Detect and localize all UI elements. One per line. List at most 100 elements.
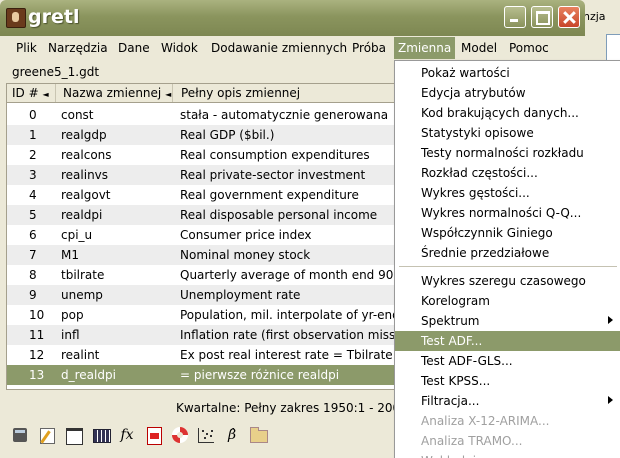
submenu-arrow-icon bbox=[608, 396, 613, 404]
menu-item[interactable]: Test ADF-GLS... bbox=[395, 351, 620, 371]
menu-narzedzia[interactable]: Narzędzia bbox=[48, 41, 108, 55]
cell-id: 0 bbox=[29, 108, 37, 122]
menu-dodawanie-zmiennych[interactable]: Dodawanie zmiennych bbox=[211, 41, 347, 55]
cell-name: d_realdpi bbox=[61, 368, 116, 382]
cell-description: = pierwsze różnice realdpi bbox=[180, 368, 340, 382]
menu-item[interactable]: Test ADF... bbox=[395, 331, 620, 351]
beta-icon[interactable]: β̂ bbox=[222, 425, 242, 445]
maximize-button[interactable] bbox=[531, 6, 553, 28]
edit-icon[interactable] bbox=[37, 425, 57, 445]
menu-item[interactable]: Statystyki opisowe bbox=[395, 123, 620, 143]
menu-proba[interactable]: Próba bbox=[352, 41, 386, 55]
cell-name: pop bbox=[61, 308, 84, 322]
minimize-button[interactable] bbox=[504, 6, 526, 28]
cell-description: Real government expenditure bbox=[180, 188, 359, 202]
title-bar[interactable]: gretl bbox=[0, 0, 585, 36]
menu-item[interactable]: Wykres normalności Q-Q... bbox=[395, 203, 620, 223]
cell-name: realgovt bbox=[61, 188, 111, 202]
menu-item-label: Korelogram bbox=[421, 294, 490, 308]
calculator-icon[interactable] bbox=[10, 425, 30, 445]
menu-item[interactable]: Współczynnik Giniego bbox=[395, 223, 620, 243]
menu-item[interactable]: Rozkład częstości... bbox=[395, 163, 620, 183]
menu-plik[interactable]: Plik bbox=[16, 41, 37, 55]
cell-name: tbilrate bbox=[61, 268, 105, 282]
menu-item[interactable]: Korelogram bbox=[395, 291, 620, 311]
function-icon[interactable]: fx bbox=[117, 425, 137, 445]
menu-item-label: Filtracja... bbox=[421, 394, 480, 408]
cell-id: 6 bbox=[29, 228, 37, 242]
cell-id: 12 bbox=[29, 348, 45, 362]
cell-name: infl bbox=[61, 328, 80, 342]
cell-id: 7 bbox=[29, 248, 37, 262]
folder-icon[interactable] bbox=[248, 425, 268, 445]
menu-item-label: Test ADF-GLS... bbox=[421, 354, 513, 368]
menu-item[interactable]: Edycja atrybutów bbox=[395, 83, 620, 103]
menu-bar: Plik Narzędzia Dane Widok Dodawanie zmie… bbox=[4, 37, 585, 61]
menu-item: Analiza X-12-ARIMA... bbox=[395, 411, 620, 431]
menu-item-label: Test KPSS... bbox=[421, 374, 491, 388]
cell-name: M1 bbox=[61, 248, 79, 262]
cell-name: cpi_u bbox=[61, 228, 93, 242]
cell-description: Real consumption expenditures bbox=[180, 148, 370, 162]
menu-item-label: Wykres szeregu czasowego bbox=[421, 274, 586, 288]
background-input-box bbox=[606, 34, 620, 62]
cell-description: Inflation rate (first observation missin bbox=[180, 328, 407, 342]
menu-item-label: Wykres normalności Q-Q... bbox=[421, 206, 582, 220]
spreadsheet-icon[interactable] bbox=[91, 425, 111, 445]
close-button[interactable] bbox=[558, 6, 580, 28]
cell-description: Real disposable personal income bbox=[180, 208, 378, 222]
window-title: gretl bbox=[28, 6, 80, 28]
menu-item[interactable]: Test KPSS... bbox=[395, 371, 620, 391]
cell-name: const bbox=[61, 108, 94, 122]
cell-id: 1 bbox=[29, 128, 37, 142]
menu-item-label: Kod brakujących danych... bbox=[421, 106, 579, 120]
submenu-arrow-icon bbox=[608, 316, 613, 324]
menu-item-label: Średnie przedziałowe bbox=[421, 246, 550, 260]
menu-item-label: Test ADF... bbox=[421, 334, 483, 348]
menu-item-label: Statystyki opisowe bbox=[421, 126, 534, 140]
menu-model[interactable]: Model bbox=[461, 41, 497, 55]
menu-item-label: Pokaż wartości bbox=[421, 66, 510, 80]
menu-separator bbox=[399, 266, 617, 267]
menu-pomoc[interactable]: Pomoc bbox=[509, 41, 549, 55]
cell-name: realinvs bbox=[61, 168, 109, 182]
menu-item[interactable]: Wykres gęstości... bbox=[395, 183, 620, 203]
pdf-icon[interactable] bbox=[144, 425, 164, 445]
cell-id: 10 bbox=[29, 308, 45, 322]
header-id[interactable]: ID # ◄ bbox=[12, 86, 49, 100]
menu-zmienna[interactable]: Zmienna bbox=[394, 37, 456, 59]
terminal-icon[interactable] bbox=[64, 425, 84, 445]
scatterplot-icon[interactable] bbox=[196, 425, 216, 445]
cell-name: unemp bbox=[61, 288, 103, 302]
menu-item[interactable]: Testy normalności rozkładu bbox=[395, 143, 620, 163]
background-window-strip: nzja bbox=[583, 0, 620, 62]
cell-id: 13 bbox=[29, 368, 45, 382]
menu-item-label: Analiza TRAMO... bbox=[421, 434, 523, 448]
menu-widok[interactable]: Widok bbox=[161, 41, 198, 55]
cell-description: Consumer price index bbox=[180, 228, 312, 242]
header-name[interactable]: Nazwa zmiennej ◄ bbox=[63, 86, 171, 100]
cell-description: Real GDP ($bil.) bbox=[180, 128, 275, 142]
menu-item[interactable]: Filtracja... bbox=[395, 391, 620, 411]
menu-item-label: Współczynnik Giniego bbox=[421, 226, 553, 240]
cell-id: 8 bbox=[29, 268, 37, 282]
menu-item[interactable]: Wykres szeregu czasowego bbox=[395, 271, 620, 291]
menu-item-label: Analiza X-12-ARIMA... bbox=[421, 414, 550, 428]
menu-item-label: Wykładniczy ... bbox=[421, 454, 511, 458]
cell-id: 9 bbox=[29, 288, 37, 302]
status-bar-text: Kwartalne: Pełny zakres 1950:1 - 200 bbox=[176, 401, 401, 415]
menu-item-label: Rozkład częstości... bbox=[421, 166, 538, 180]
menu-dane[interactable]: Dane bbox=[118, 41, 150, 55]
menu-item[interactable]: Średnie przedziałowe bbox=[395, 243, 620, 263]
menu-item-label: Testy normalności rozkładu bbox=[421, 146, 584, 160]
zmienna-dropdown-menu: Pokaż wartości Edycja atrybutów Kod brakuj… bbox=[394, 60, 620, 458]
menu-item[interactable]: Spektrum bbox=[395, 311, 620, 331]
cell-id: 4 bbox=[29, 188, 37, 202]
cell-description: Quarterly average of month end 90 d bbox=[180, 268, 405, 282]
cell-description: Ex post real interest rate = Tbilrate - bbox=[180, 348, 401, 362]
menu-item[interactable]: Kod brakujących danych... bbox=[395, 103, 620, 123]
help-lifebuoy-icon[interactable] bbox=[170, 425, 190, 445]
header-description[interactable]: Pełny opis zmiennej bbox=[181, 86, 300, 100]
cell-description: stała - automatycznie generowana bbox=[180, 108, 389, 122]
menu-item[interactable]: Pokaż wartości bbox=[395, 63, 620, 83]
